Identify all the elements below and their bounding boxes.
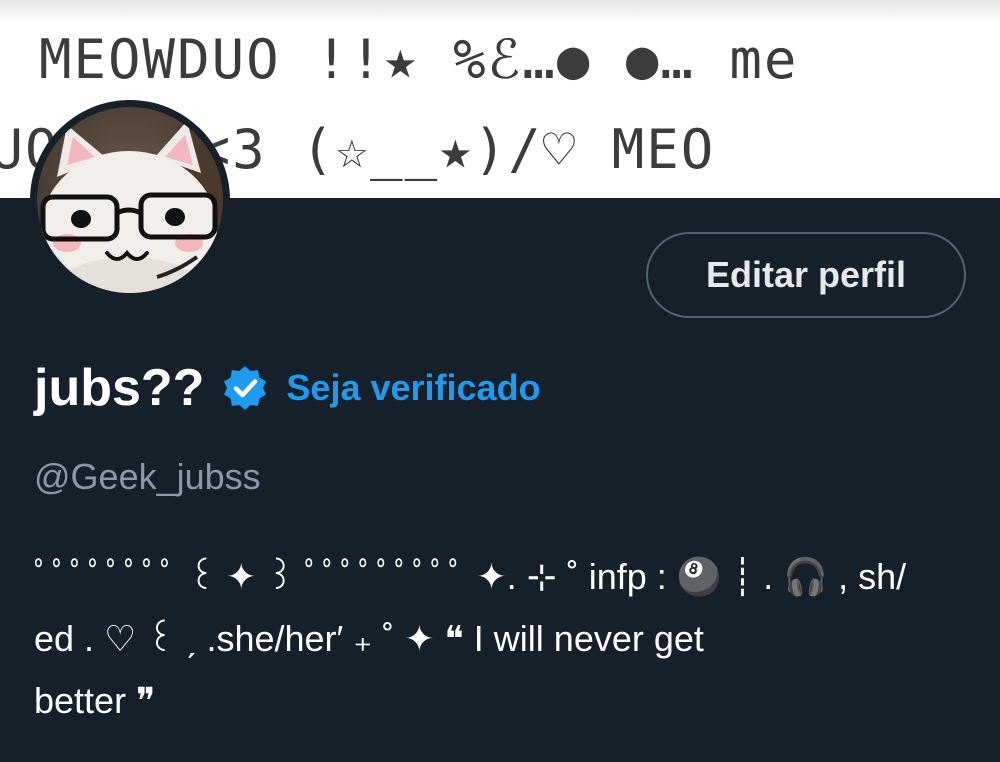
avatar[interactable]	[30, 100, 230, 300]
verified-badge-icon[interactable]	[220, 363, 270, 413]
user-handle: @Geek_jubss	[34, 456, 261, 497]
bio-line-3: better ❞	[34, 680, 156, 721]
profile-bio: ﾟﾟﾟﾟﾟﾟﾟﾟ ꒰ ✦ ꒱ ﾟﾟﾟﾟﾟﾟﾟﾟﾟ ✦. ⊹ ˚ infp : 🎱…	[34, 546, 974, 732]
get-verified-link[interactable]: Seja verificado	[286, 367, 540, 409]
name-row: jubs?? Seja verificado	[34, 356, 541, 420]
display-name: jubs??	[34, 359, 205, 417]
banner-text-line-1: G MEOWDUO !!★ %ℰ…● ●… me	[0, 28, 799, 91]
avatar-image	[37, 107, 223, 293]
bio-line-2: ed . ♡ ꒰ ˏ .she/her′ ₊ ˚ ✦ ❝ I will neve…	[34, 618, 704, 659]
banner-top-shade	[0, 0, 1000, 22]
bio-line-1: ﾟﾟﾟﾟﾟﾟﾟﾟ ꒰ ✦ ꒱ ﾟﾟﾟﾟﾟﾟﾟﾟﾟ ✦. ⊹ ˚ infp : 🎱…	[34, 556, 907, 597]
edit-profile-button[interactable]: Editar perfil	[646, 232, 966, 318]
